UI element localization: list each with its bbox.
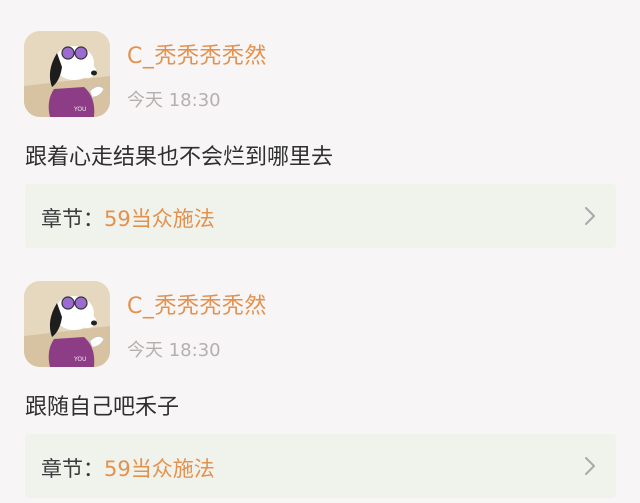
svg-text:YOU: YOU — [73, 106, 86, 113]
chevron-right-icon — [585, 457, 595, 475]
chapter-label: 章节： — [41, 457, 104, 481]
user-avatar[interactable]: YOU — [24, 31, 110, 117]
chapter-title: 59当众施法 — [104, 457, 215, 481]
chapter-link[interactable]: 章节：59当众施法 — [25, 184, 616, 248]
timestamp: 今天 18:30 — [127, 340, 221, 361]
chapter-info: 章节：59当众施法 — [41, 453, 215, 483]
comment-text: 跟着心走结果也不会烂到哪里去 — [25, 145, 334, 170]
user-avatar[interactable]: YOU — [24, 281, 110, 367]
snoopy-avatar-icon: YOU — [24, 281, 110, 367]
timestamp: 今天 18:30 — [127, 90, 221, 111]
chapter-title: 59当众施法 — [104, 207, 215, 231]
comment-text: 跟随自己吧禾子 — [25, 395, 180, 420]
chapter-info: 章节：59当众施法 — [41, 203, 215, 233]
username[interactable]: C_秃秃秃秃然 — [127, 38, 267, 70]
username[interactable]: C_秃秃秃秃然 — [127, 288, 267, 320]
comment-feed: YOU C_秃秃秃秃然 今天 18:30 跟着心走结果也不会烂到哪里去 章节：5… — [0, 0, 640, 503]
chevron-right-icon — [585, 207, 595, 225]
snoopy-avatar-icon: YOU — [24, 31, 110, 117]
svg-text:YOU: YOU — [73, 356, 86, 363]
chapter-label: 章节： — [41, 207, 104, 231]
chapter-link[interactable]: 章节：59当众施法 — [25, 434, 616, 498]
